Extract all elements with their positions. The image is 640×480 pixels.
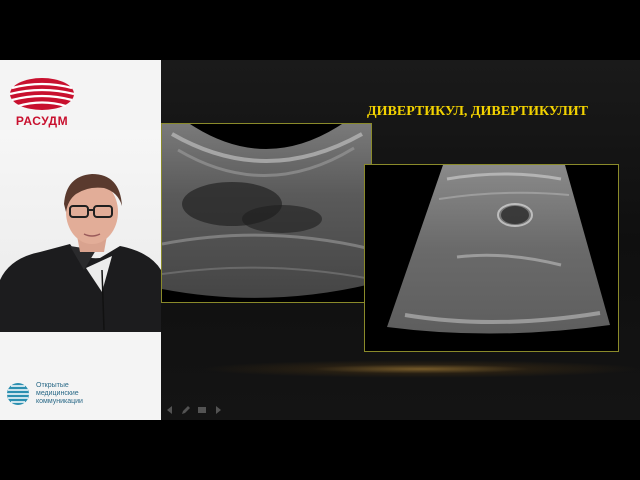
presentation-slide: ДИВЕРТИКУЛ, ДИВЕРТИКУЛИТ xyxy=(161,60,640,420)
rasudm-logo: РАСУДМ xyxy=(8,76,76,130)
partner-line-3: коммуникации xyxy=(36,398,83,405)
logo-text: РАСУДМ xyxy=(15,114,69,128)
slide-glow xyxy=(201,360,640,378)
slide-controls[interactable] xyxy=(165,404,223,416)
rasudm-logo-mark xyxy=(9,78,75,110)
ultrasound-image-right xyxy=(364,164,619,352)
partner-logo: Открытые медицинские коммуникации xyxy=(6,380,156,410)
speaker-panel: РАСУДМ Открытые медицинские коммуникации xyxy=(0,60,161,420)
slide-title: ДИВЕРТИКУЛ, ДИВЕРТИКУЛИТ xyxy=(367,104,588,119)
globe-icon xyxy=(7,383,29,405)
prev-arrow-icon[interactable] xyxy=(165,405,175,415)
next-arrow-icon[interactable] xyxy=(213,405,223,415)
ultrasound-image-left xyxy=(161,123,372,303)
partner-line-2: медицинские xyxy=(36,390,79,397)
presenter-figure xyxy=(0,174,161,332)
pen-icon[interactable] xyxy=(181,405,191,415)
video-frame: РАСУДМ Открытые медицинские коммуникации… xyxy=(0,60,640,420)
menu-icon[interactable] xyxy=(197,405,207,415)
partner-name: Открытые медицинские коммуникации xyxy=(36,382,83,406)
partner-line-1: Открытые xyxy=(36,382,69,389)
